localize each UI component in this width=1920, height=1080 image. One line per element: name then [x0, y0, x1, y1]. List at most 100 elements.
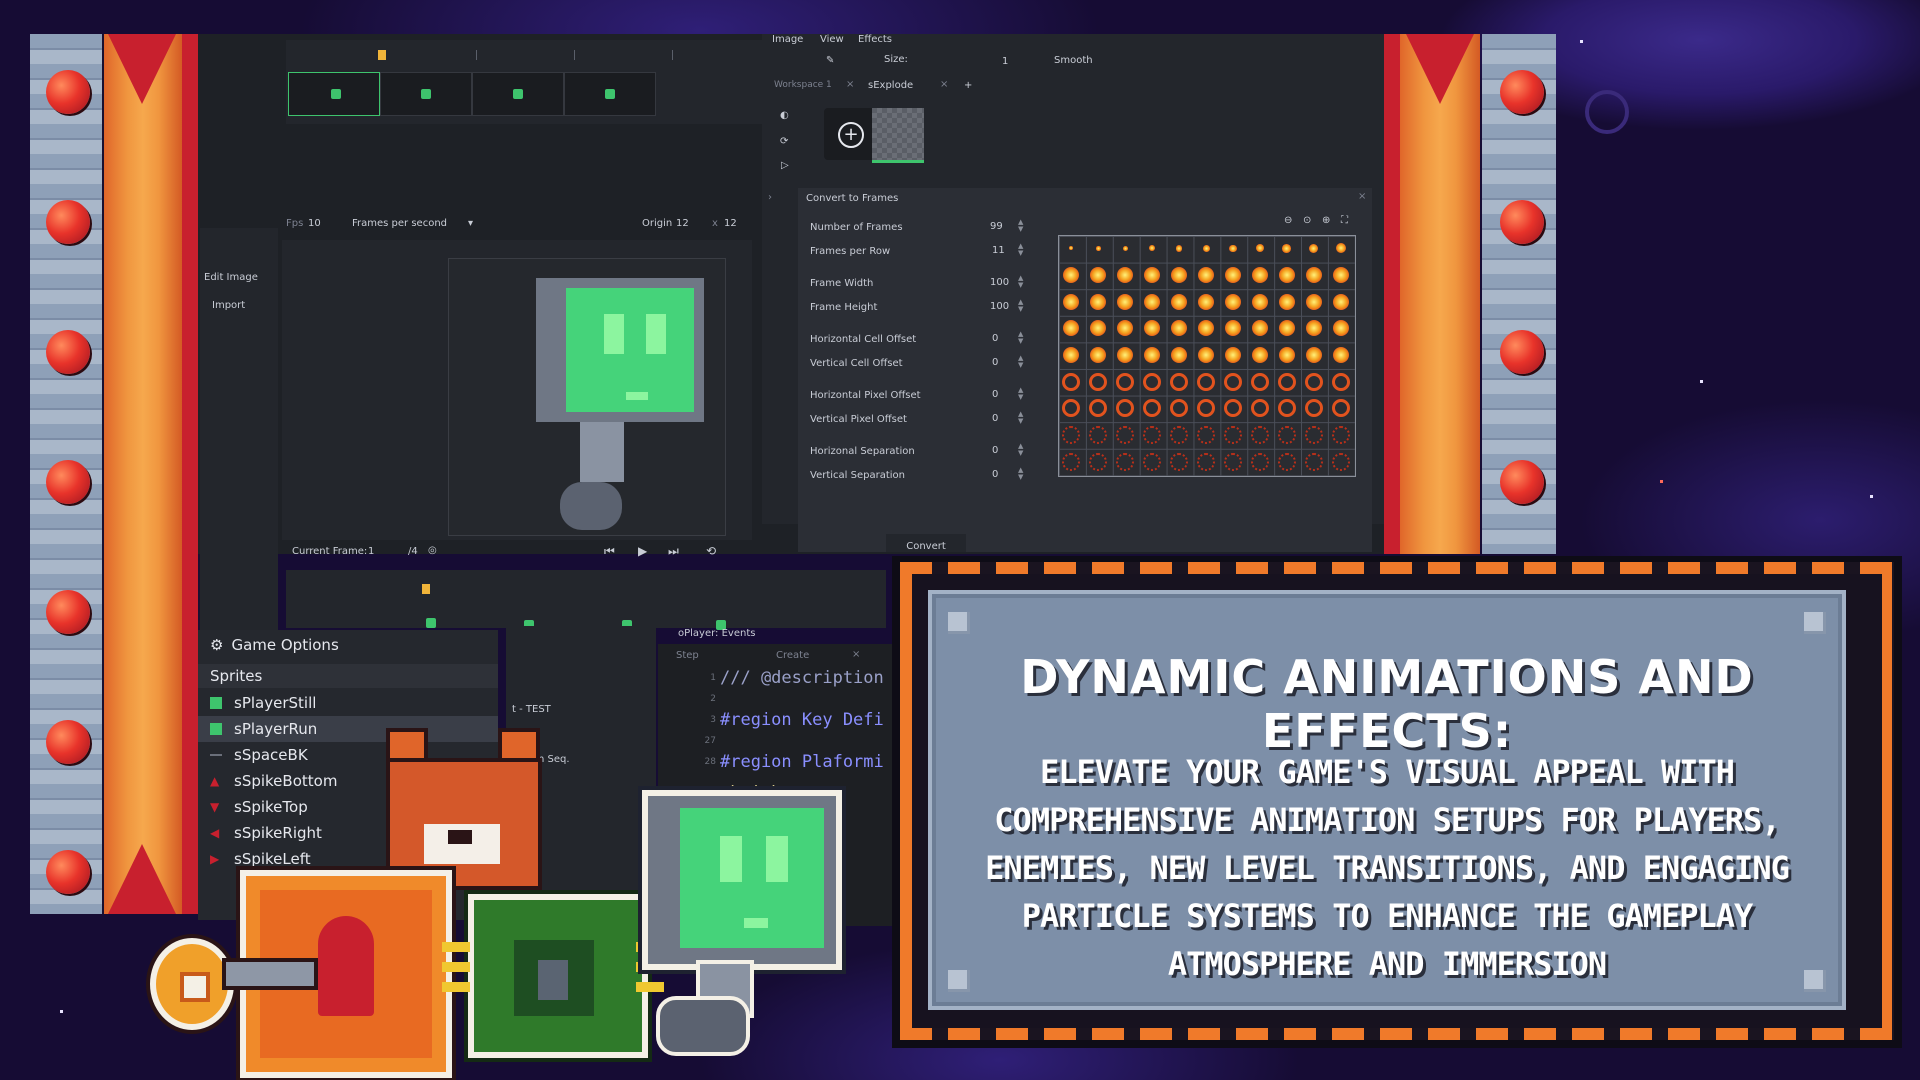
vertical-pixel-offset-input[interactable]: 0	[992, 413, 998, 424]
fullscreen-icon[interactable]: ⛶	[1341, 215, 1348, 226]
menu-view[interactable]: View	[820, 34, 844, 45]
frames-per-row-input[interactable]: 11	[992, 245, 1005, 256]
timeline-frame[interactable]	[564, 72, 656, 116]
vertical-cell-offset-label: Vertical Cell Offset	[810, 358, 903, 369]
robot-eye	[766, 836, 788, 882]
timeline-frames	[288, 72, 656, 116]
fps-mode-select[interactable]: Frames per second	[352, 218, 447, 229]
play-icon[interactable]: ▶	[638, 544, 647, 558]
menu-effects[interactable]: Effects	[858, 34, 892, 45]
explosion-frames	[1058, 235, 1354, 475]
skip-forward-icon[interactable]: ⏭	[668, 544, 679, 559]
size-input[interactable]: 1	[1002, 56, 1008, 67]
explosion-frame	[1143, 373, 1161, 391]
stepper-icon[interactable]: ▲▼	[1018, 443, 1023, 457]
chevron-down-icon[interactable]: ▾	[468, 218, 473, 229]
zoom-reset-icon[interactable]: ⊙	[1303, 215, 1311, 226]
origin-y-input[interactable]: 12	[724, 218, 737, 229]
explosion-frame	[1305, 453, 1323, 471]
stepper-icon[interactable]: ▲▼	[1018, 219, 1023, 233]
explosion-frame	[1090, 347, 1106, 363]
explosion-frame	[1171, 347, 1187, 363]
line-number: 2	[698, 689, 716, 710]
rotate-icon[interactable]: ⟳	[780, 136, 788, 147]
tab-create[interactable]: Create	[776, 650, 809, 661]
edit-image-button[interactable]: Edit Image	[204, 272, 258, 283]
add-tab-icon[interactable]: +	[964, 80, 972, 91]
keyhole-icon	[318, 916, 374, 1016]
vertical-separation-input[interactable]: 0	[992, 469, 998, 480]
smooth-toggle[interactable]: Smooth	[1054, 55, 1093, 66]
explosion-frame	[1063, 347, 1079, 363]
stepper-icon[interactable]: ▲▼	[1018, 467, 1023, 481]
sprite-name: sPlayerRun	[234, 720, 317, 738]
pencil-icon[interactable]: ✎	[826, 55, 834, 66]
fps-input[interactable]: 10	[308, 218, 321, 229]
explosion-frame	[1198, 347, 1214, 363]
explosion-frame	[1089, 453, 1107, 471]
play-icon[interactable]: ▷	[781, 160, 789, 171]
explosion-frame	[1116, 453, 1134, 471]
sprite-icon	[210, 723, 222, 735]
stepper-icon[interactable]: ▲▼	[1018, 243, 1023, 257]
game-options[interactable]: ⚙ Game Options	[210, 636, 339, 654]
skip-back-icon[interactable]: ⏮	[604, 544, 615, 559]
timeline-frame[interactable]	[472, 72, 564, 116]
tab-workspace[interactable]: Workspace 1	[774, 80, 832, 90]
orange-column	[104, 34, 182, 914]
timeline-frame[interactable]	[288, 72, 380, 116]
horizontal-separation-input[interactable]: 0	[992, 445, 998, 456]
chevron-right-icon[interactable]: ›	[768, 192, 772, 203]
frame-height-input[interactable]: 100	[990, 301, 1009, 312]
playhead-icon[interactable]	[378, 50, 386, 60]
explosion-frame	[1203, 245, 1210, 252]
line-number: 27	[698, 731, 716, 752]
stepper-icon[interactable]: ▲▼	[1018, 387, 1023, 401]
explosion-frame	[1117, 320, 1133, 336]
close-icon[interactable]: ×	[1358, 191, 1366, 202]
stepper-icon[interactable]: ▲▼	[1018, 411, 1023, 425]
zoom-out-icon[interactable]: ⊖	[1284, 215, 1292, 226]
size-label: Size:	[884, 54, 908, 65]
convert-button[interactable]: Convert	[886, 534, 966, 552]
explosion-frame	[1224, 453, 1242, 471]
explosion-frame	[1144, 294, 1160, 310]
tab-sprite[interactable]: sExplode	[868, 80, 913, 91]
origin-x-input[interactable]: 12	[676, 218, 689, 229]
code-line	[720, 731, 896, 752]
horizontal-pixel-offset-input[interactable]: 0	[992, 389, 998, 400]
spike-ball-icon	[46, 330, 90, 374]
zoom-in-icon[interactable]: ⊕	[1322, 215, 1330, 226]
stepper-icon[interactable]: ▲▼	[1018, 275, 1023, 289]
close-icon[interactable]: ×	[846, 79, 854, 90]
loop-icon[interactable]: ⟲	[706, 544, 716, 558]
stepper-icon[interactable]: ▲▼	[1018, 355, 1023, 369]
horizontal-cell-offset-input[interactable]: 0	[992, 333, 998, 344]
playhead-icon[interactable]	[422, 584, 430, 594]
number-of-frames-input[interactable]: 99	[990, 221, 1003, 232]
current-frame-input[interactable]: 1	[368, 546, 374, 557]
list-item[interactable]: sPlayerStill	[198, 690, 498, 716]
stepper-icon[interactable]: ▲▼	[1018, 331, 1023, 345]
frame-thumbnail[interactable]	[872, 108, 924, 163]
star-icon	[1660, 480, 1663, 483]
timeline-tick	[574, 50, 575, 60]
settings-icon[interactable]: ◎	[428, 545, 437, 556]
brush-icon[interactable]: ◐	[780, 110, 789, 121]
timeline-frame[interactable]	[380, 72, 472, 116]
frame-width-input[interactable]: 100	[990, 277, 1009, 288]
sprites-section[interactable]: Sprites	[198, 664, 498, 688]
rivet-icon	[1804, 612, 1826, 634]
tab-step[interactable]: Step	[676, 650, 699, 661]
close-icon[interactable]: ×	[940, 79, 948, 90]
explosion-frame	[1305, 426, 1323, 444]
close-icon[interactable]: ×	[852, 649, 860, 660]
import-button[interactable]: Import	[212, 300, 245, 311]
menu-image[interactable]: Image	[772, 34, 803, 45]
explosion-frame	[1144, 267, 1160, 283]
explosion-frame	[1149, 245, 1155, 251]
explosion-frame	[1279, 267, 1295, 283]
vertical-cell-offset-input[interactable]: 0	[992, 357, 998, 368]
stepper-icon[interactable]: ▲▼	[1018, 299, 1023, 313]
explosion-frame	[1090, 294, 1106, 310]
